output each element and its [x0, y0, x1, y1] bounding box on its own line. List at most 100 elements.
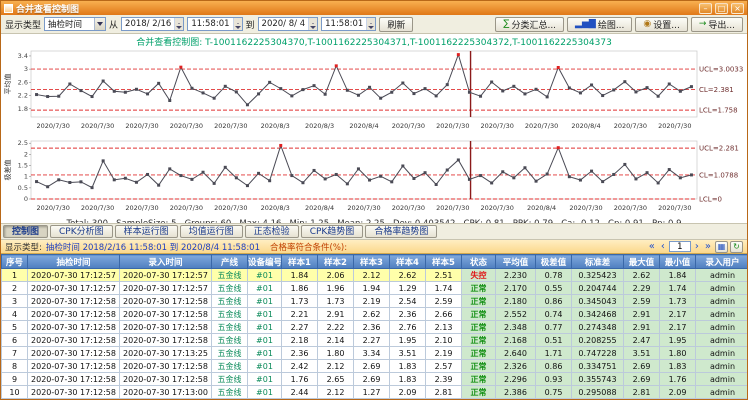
range-control-chart: 2.521.510.50UCL=2.281CL=1.0788LCL=02020/…	[1, 137, 747, 219]
svg-text:2: 2	[24, 150, 28, 158]
tab-1[interactable]: 控制图	[3, 225, 48, 238]
export-icon: →	[699, 20, 707, 29]
svg-text:1.5: 1.5	[18, 162, 28, 170]
svg-text:1.8: 1.8	[18, 105, 28, 113]
column-header: 最大值	[624, 255, 660, 269]
svg-text:UCL=2.281: UCL=2.281	[699, 145, 739, 153]
spinner-buttons[interactable]	[174, 18, 183, 30]
last-page-icon[interactable]: »	[703, 242, 713, 252]
toolbar-right-group: ∑分类汇总...▂▅▇绘图...◉设置... →导出...	[495, 17, 743, 32]
column-header: 录入用户	[696, 255, 748, 269]
table-row[interactable]: 12020-07-30 17:12:572020-07-30 17:12:57五…	[2, 269, 748, 282]
export-button[interactable]: →导出...	[691, 17, 743, 32]
close-button[interactable]: ×	[731, 3, 744, 14]
svg-text:2020/8/3: 2020/8/3	[261, 204, 290, 212]
display-type-select[interactable]: 抽检时间	[44, 17, 106, 31]
tab-6[interactable]: CPK趋势图	[301, 225, 364, 238]
svg-text:3: 3	[24, 65, 28, 73]
table-row[interactable]: 72020-07-30 17:12:582020-07-30 17:13:25五…	[2, 347, 748, 360]
svg-text:2.5: 2.5	[18, 139, 28, 147]
prev-page-icon[interactable]: ‹	[659, 242, 667, 252]
column-header: 极差值	[536, 255, 572, 269]
table-row[interactable]: 32020-07-30 17:12:582020-07-30 17:12:58五…	[2, 295, 748, 308]
table-row[interactable]: 52020-07-30 17:12:582020-07-30 17:12:58五…	[2, 321, 748, 334]
app-window: 合并查看控制图 – □ × 显示类型 抽检时间 从 2018/ 2/16 11:…	[0, 0, 748, 400]
tab-bar: 控制图CPK分析图样本运行图均值运行图正态检验CPK趋势图合格率趋势图	[1, 224, 747, 240]
spinner-buttons[interactable]	[308, 18, 317, 30]
table-row[interactable]: 102020-07-30 17:12:582020-07-30 17:13:00…	[2, 386, 748, 399]
svg-text:2020/7/30: 2020/7/30	[614, 204, 647, 212]
to-time-input[interactable]: 11:58:01	[321, 17, 376, 31]
xbar-control-chart: 3.432.62.21.8UCL=3.0033CL=2.381LCL=1.758…	[1, 47, 747, 137]
column-header: 最小值	[660, 255, 696, 269]
column-header: 样本4	[390, 255, 426, 269]
samples-table: 序号抽检时间录入时间产线设备编号样本1样本2样本3样本4样本5状态平均值极差值标…	[1, 254, 747, 399]
svg-text:2020/8/3: 2020/8/3	[261, 122, 290, 130]
table-row[interactable]: 82020-07-30 17:12:582020-07-30 17:12:58五…	[2, 360, 748, 373]
chevron-down-icon[interactable]	[94, 18, 105, 30]
column-header: 录入时间	[120, 255, 212, 269]
refresh-button[interactable]: 刷新	[379, 17, 413, 32]
settings-button[interactable]: ◉设置...	[635, 17, 687, 32]
page-number-input[interactable]	[669, 241, 691, 252]
svg-text:2020/7/30: 2020/7/30	[525, 122, 558, 130]
refresh-list-icon[interactable]: ↻	[730, 241, 743, 253]
chart-panel: 合并查看控制图: T-1001162225304370,T-1001162225…	[1, 34, 747, 224]
to-date-input[interactable]: 2020/ 8/ 4	[258, 17, 319, 31]
svg-text:1: 1	[24, 173, 28, 181]
chart-title: 合并查看控制图: T-1001162225304370,T-1001162225…	[1, 35, 747, 47]
column-header: 样本2	[318, 255, 354, 269]
maximize-button[interactable]: □	[715, 3, 728, 14]
svg-text:CL=2.381: CL=2.381	[699, 86, 734, 94]
svg-text:LCL=1.758: LCL=1.758	[699, 107, 738, 115]
svg-text:平均值: 平均值	[3, 74, 12, 95]
plot-button[interactable]: ▂▅▇绘图...	[567, 17, 632, 32]
svg-text:0: 0	[24, 195, 28, 203]
titlebar: 合并查看控制图 – □ ×	[1, 1, 747, 15]
table-row[interactable]: 42020-07-30 17:12:582020-07-30 17:12:58五…	[2, 308, 748, 321]
table-row[interactable]: 62020-07-30 17:12:582020-07-30 17:12:58五…	[2, 334, 748, 347]
tab-7[interactable]: 合格率趋势图	[365, 225, 437, 238]
minimize-button[interactable]: –	[699, 3, 712, 14]
summary-button[interactable]: ∑分类汇总...	[495, 17, 564, 32]
tab-3[interactable]: 样本运行图	[115, 225, 178, 238]
display-type-label: 显示类型	[5, 18, 41, 31]
from-date-input[interactable]: 2018/ 2/16	[121, 17, 184, 31]
table-row[interactable]: 92020-07-30 17:12:582020-07-30 17:12:58五…	[2, 373, 748, 386]
svg-text:2020/8/4: 2020/8/4	[527, 204, 556, 212]
window-title: 合并查看控制图	[16, 2, 696, 15]
svg-text:2020/7/30: 2020/7/30	[658, 204, 691, 212]
tab-4[interactable]: 均值运行图	[180, 225, 243, 238]
svg-text:LCL=0: LCL=0	[699, 196, 722, 204]
spinner-buttons[interactable]	[233, 18, 242, 30]
pass-rate-condition-label: 合格率符合条件(%):	[270, 241, 347, 253]
svg-text:2020/7/30: 2020/7/30	[481, 204, 514, 212]
svg-text:2020/8/4: 2020/8/4	[571, 122, 600, 130]
first-page-icon[interactable]: «	[647, 242, 657, 252]
tab-5[interactable]: 正态检验	[245, 225, 299, 238]
svg-text:2020/7/30: 2020/7/30	[436, 204, 469, 212]
svg-text:2.6: 2.6	[18, 78, 28, 86]
svg-text:2020/7/30: 2020/7/30	[658, 122, 691, 130]
svg-text:3.4: 3.4	[18, 52, 28, 60]
column-header: 平均值	[496, 255, 536, 269]
column-header: 样本3	[354, 255, 390, 269]
table-row[interactable]: 22020-07-30 17:12:572020-07-30 17:12:57五…	[2, 282, 748, 295]
svg-text:2020/7/30: 2020/7/30	[81, 204, 114, 212]
tab-2[interactable]: CPK分析图	[50, 225, 113, 238]
grid-view-icon[interactable]: ▦	[715, 241, 728, 253]
svg-text:2020/7/30: 2020/7/30	[614, 122, 647, 130]
settings-icon: ◉	[643, 20, 651, 29]
from-time-input[interactable]: 11:58:01	[187, 17, 242, 31]
spinner-buttons[interactable]	[366, 18, 375, 30]
svg-text:2020/7/30: 2020/7/30	[436, 122, 469, 130]
summary-icon: ∑	[503, 20, 509, 29]
svg-text:极差值: 极差值	[3, 160, 12, 181]
pagination: « ‹ › » ▦ ↻	[647, 241, 743, 253]
next-page-icon[interactable]: ›	[693, 242, 701, 252]
column-header: 设备编号	[248, 255, 282, 269]
column-header: 样本5	[426, 255, 462, 269]
column-header: 标准差	[572, 255, 624, 269]
svg-text:2020/7/30: 2020/7/30	[392, 204, 425, 212]
column-header: 产线	[212, 255, 248, 269]
